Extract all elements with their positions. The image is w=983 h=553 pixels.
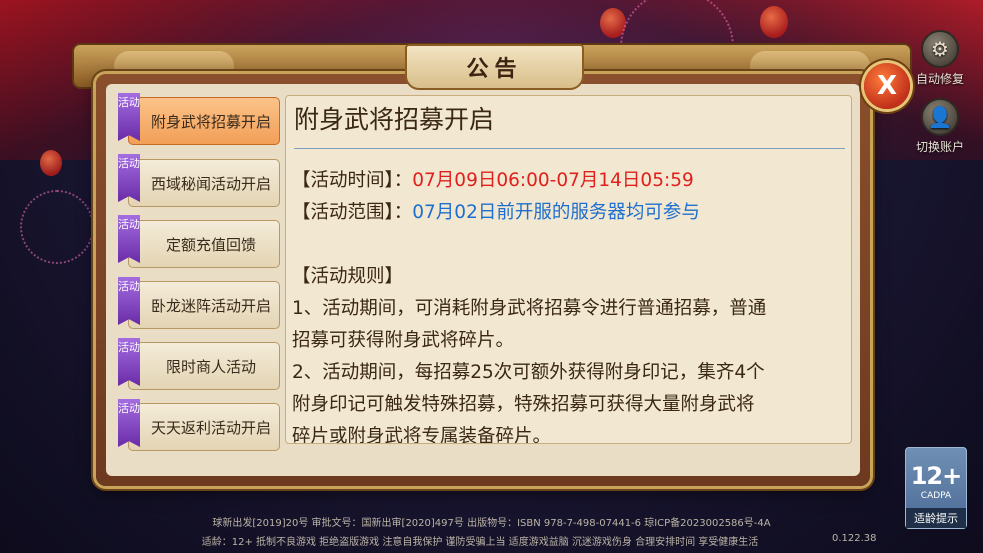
close-button[interactable]: X xyxy=(864,63,910,109)
user-icon: 👤 xyxy=(921,98,959,136)
tab-item[interactable]: 定额充值回馈 xyxy=(128,220,280,268)
tab-item[interactable]: 卧龙迷阵活动开启 xyxy=(128,281,280,329)
gear-icon: ⚙ xyxy=(921,30,959,68)
activity-badge: 活动 xyxy=(118,399,140,447)
tab-label: 天天返利活动开启 xyxy=(150,418,271,437)
rule-text: 招募可获得附身武将碎片。 xyxy=(292,330,515,351)
activity-badge: 活动 xyxy=(118,277,140,325)
health-notice: 适龄：12+ 抵制不良游戏 拒绝盗版游戏 注意自我保护 谨防受骗上当 适度游戏益… xyxy=(201,537,759,548)
rule-text: 碎片或附身武将专属装备碎片。 xyxy=(292,426,552,444)
version-label: 0.122.38 xyxy=(832,533,877,544)
activity-badge: 活动 xyxy=(118,215,140,263)
tab-item[interactable]: 附身武将招募开启 xyxy=(128,97,280,145)
switch-account-button[interactable]: 👤 切换账户 xyxy=(908,98,972,155)
tab-item[interactable]: 限时商人活动 xyxy=(128,342,280,390)
activity-range-label: 【活动范围】： xyxy=(292,202,413,223)
tab-label: 限时商人活动 xyxy=(165,357,256,376)
rule-text: 1、活动期间，可消耗附身武将招募令进行普通招募，普通 xyxy=(292,298,767,319)
activity-badge: 活动 xyxy=(118,93,140,141)
tab-label: 定额充值回馈 xyxy=(165,235,256,254)
auto-repair-label: 自动修复 xyxy=(915,72,964,86)
dialog-title-text: 公告 xyxy=(466,57,523,82)
activity-badge: 活动 xyxy=(118,338,140,386)
lantern-decoration xyxy=(760,6,788,38)
age-rating-org: CADPA xyxy=(920,491,952,501)
tab-label: 附身武将招募开启 xyxy=(150,112,271,131)
auto-repair-button[interactable]: ⚙ 自动修复 xyxy=(908,30,972,87)
firework-decoration xyxy=(20,190,94,264)
announcement-content[interactable]: 附身武将招募开启 【活动时间】：07月09日06:00-07月14日05:59 … xyxy=(285,95,852,444)
close-icon: X xyxy=(876,71,898,101)
content-divider xyxy=(294,148,845,149)
lantern-decoration xyxy=(40,150,62,176)
tab-item[interactable]: 西域秘闻活动开启 xyxy=(128,159,280,207)
activity-time-value: 07月09日06:00-07月14日05:59 xyxy=(412,170,694,191)
age-rating-number: 12+ xyxy=(910,462,963,490)
tab-item[interactable]: 天天返利活动开启 xyxy=(128,403,280,451)
tab-label: 西域秘闻活动开启 xyxy=(150,174,271,193)
activity-range-row: 【活动范围】：07月02日前开服的服务器均可参与 xyxy=(292,198,700,224)
rules-heading: 【活动规则】 xyxy=(292,266,404,287)
rule-text: 附身印记可触发特殊招募，特殊招募可获得大量附身武将 xyxy=(292,394,755,415)
tab-label: 卧龙迷阵活动开启 xyxy=(150,296,271,315)
activity-badge: 活动 xyxy=(118,154,140,202)
rule-text: 2、活动期间，每招募25次可额外获得附身印记，集齐4个 xyxy=(292,362,765,383)
activity-range-value: 07月02日前开服的服务器均可参与 xyxy=(412,202,700,223)
license-text: 球新出发[2019]20号 审批文号：国新出审[2020]497号 出版物号：I… xyxy=(212,518,771,529)
dialog-title: 公告 xyxy=(405,44,584,90)
activity-time-label: 【活动时间】： xyxy=(292,170,413,191)
activity-time-row: 【活动时间】：07月09日06:00-07月14日05:59 xyxy=(292,166,694,192)
content-title: 附身武将招募开启 xyxy=(294,105,495,134)
switch-account-label: 切换账户 xyxy=(915,140,964,154)
